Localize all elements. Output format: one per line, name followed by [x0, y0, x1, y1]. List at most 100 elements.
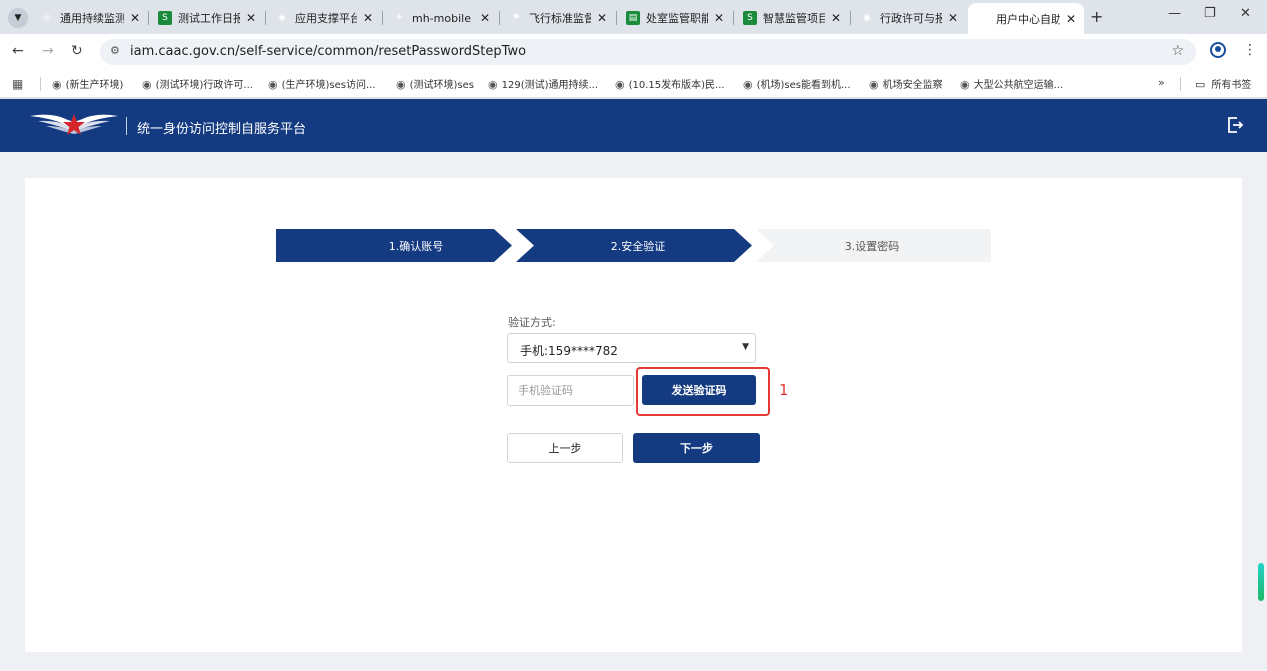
- bookmark-label: (测试环境)ses: [409, 80, 474, 91]
- bookmark-item[interactable]: ◉ (10.15发布版本)民...: [615, 76, 725, 91]
- browser-tab-active[interactable]: ✈ 用户中心自助 ✕: [968, 3, 1084, 34]
- sheet-icon: S: [158, 11, 172, 25]
- bookmark-item[interactable]: ◉ (生产环境)ses访问...: [268, 76, 376, 91]
- close-icon[interactable]: ✕: [244, 11, 258, 25]
- sms-code-input[interactable]: [507, 375, 634, 406]
- close-icon[interactable]: ✕: [128, 11, 142, 25]
- tab-title: 通用持续监测: [60, 12, 124, 25]
- prev-step-button[interactable]: 上一步: [507, 433, 623, 463]
- globe-icon: ◉: [488, 78, 498, 91]
- more-bookmarks-chevron-icon[interactable]: »: [1158, 76, 1165, 89]
- close-icon[interactable]: ✕: [478, 11, 492, 25]
- bookmark-item[interactable]: ◉ 机场安全监察: [869, 76, 943, 91]
- tab-divider: [616, 11, 617, 25]
- tab-title: mh-mobile: [412, 11, 471, 25]
- browser-tab[interactable]: S 测试工作日报 ✕: [150, 4, 264, 32]
- new-tab-plus-icon[interactable]: +: [1090, 7, 1103, 26]
- bookmark-item[interactable]: ◉ (机场)ses能看到机...: [743, 76, 851, 91]
- browser-tab[interactable]: ⚑ 飞行标准监督 ✕: [501, 4, 615, 32]
- verify-method-value: 手机:159****782: [520, 344, 618, 358]
- tab-title: 测试工作日报: [178, 12, 240, 25]
- annotation-number: 1: [779, 381, 789, 399]
- close-icon[interactable]: ✕: [361, 11, 375, 25]
- tab-title: 用户中心自助: [996, 12, 1060, 26]
- close-icon[interactable]: ✕: [1064, 12, 1078, 26]
- logout-icon[interactable]: [1226, 116, 1244, 134]
- side-floating-widget[interactable]: [1258, 563, 1264, 601]
- close-icon[interactable]: ✕: [595, 11, 609, 25]
- tab-divider: [265, 11, 266, 25]
- wing-icon: ✈: [395, 13, 403, 23]
- flag-icon: ⚑: [511, 13, 521, 23]
- tab-title: 飞行标准监督: [529, 12, 591, 25]
- minimize-icon[interactable]: —: [1168, 6, 1181, 21]
- tab-title: 智慧监管项目: [763, 12, 825, 25]
- back-arrow-icon[interactable]: ←: [12, 43, 24, 59]
- bookmark-item[interactable]: ◉ 129(测试)通用持续...: [488, 76, 598, 91]
- step-1-label: 1.确认账号: [388, 240, 444, 253]
- kebab-menu-icon[interactable]: ⋮: [1243, 42, 1257, 58]
- tab-title: 处室监管职能: [646, 12, 708, 25]
- tab-title: 行政许可与报: [880, 12, 942, 25]
- globe-icon: ◉: [278, 13, 286, 23]
- browser-toolbar: ← → ↻ ⚙ iam.caac.gov.cn/self-service/com…: [0, 34, 1267, 70]
- globe-icon: ◉: [268, 78, 278, 91]
- forward-arrow-icon[interactable]: →: [42, 43, 54, 59]
- tab-divider: [850, 11, 851, 25]
- url-text[interactable]: iam.caac.gov.cn/self-service/common/rese…: [130, 44, 526, 59]
- close-icon[interactable]: ✕: [946, 11, 960, 25]
- bookmark-label: (新生产环境): [65, 80, 124, 91]
- bookmark-item[interactable]: ◉ (测试环境)行政许可...: [142, 76, 253, 91]
- bookmark-item[interactable]: ◉ 大型公共航空运输...: [960, 76, 1063, 91]
- bookmark-label: (机场)ses能看到机...: [756, 80, 851, 91]
- tab-title: 应用支撑平台: [295, 12, 357, 25]
- app-header: 统一身份访问控制自服务平台: [0, 99, 1267, 152]
- header-divider: [126, 117, 127, 135]
- globe-icon: ◉: [396, 78, 406, 91]
- all-bookmarks-folder[interactable]: ▭ 所有书签: [1195, 76, 1251, 91]
- browser-tab[interactable]: ◉ 行政许可与报 ✕: [852, 4, 966, 32]
- globe-icon: ◉: [960, 78, 970, 91]
- restore-icon[interactable]: ❐: [1204, 6, 1216, 21]
- bookmark-divider: [40, 77, 41, 91]
- bookmark-label: 大型公共航空运输...: [973, 80, 1064, 91]
- site-settings-icon[interactable]: ⚙: [110, 44, 120, 57]
- step-indicator: 1.确认账号 2.安全验证 3.设置密码: [276, 229, 991, 262]
- all-bookmarks-label: 所有书签: [1211, 80, 1252, 91]
- bookmark-star-icon[interactable]: ☆: [1171, 43, 1184, 59]
- profile-icon[interactable]: [1210, 42, 1226, 58]
- browser-tab[interactable]: ▤ 处室监管职能 ✕: [618, 4, 732, 32]
- address-bar[interactable]: ⚙ iam.caac.gov.cn/self-service/common/re…: [100, 39, 1196, 65]
- globe-icon: ◉: [743, 78, 753, 91]
- sheet-icon: ▤: [626, 11, 640, 25]
- globe-icon: ◉: [863, 13, 871, 23]
- tab-divider: [148, 11, 149, 25]
- next-step-button[interactable]: 下一步: [633, 433, 760, 463]
- reload-icon[interactable]: ↻: [71, 43, 83, 59]
- browser-tab-strip: ▼ ◎ 通用持续监测 ✕ S 测试工作日报 ✕ ◉ 应用支撑平台 ✕ ✈ mh-…: [0, 0, 1267, 34]
- tab-divider: [499, 11, 500, 25]
- sheet-icon: S: [743, 11, 757, 25]
- chevron-down-icon: ▼: [742, 342, 749, 352]
- globe-icon: ◉: [52, 78, 62, 91]
- send-code-button[interactable]: 发送验证码: [642, 375, 756, 405]
- apps-grid-icon[interactable]: ▦: [12, 77, 23, 91]
- wing-icon: ✈: [979, 13, 987, 24]
- tab-search-chevron-icon[interactable]: ▼: [8, 8, 28, 28]
- window-close-icon[interactable]: ✕: [1240, 6, 1251, 21]
- bookmark-item[interactable]: ◉ (新生产环境): [52, 76, 123, 91]
- tab-divider: [382, 11, 383, 25]
- blue-swirl-icon: ◎: [43, 13, 51, 23]
- verify-method-select[interactable]: 手机:159****782 ▼: [507, 333, 756, 363]
- browser-tab[interactable]: ✈ mh-mobile ✕: [384, 4, 498, 32]
- step-3-label: 3.设置密码: [844, 240, 900, 253]
- bookmark-divider: [1180, 77, 1181, 91]
- browser-tab[interactable]: ◎ 通用持续监测 ✕: [32, 4, 148, 32]
- verify-method-label: 验证方式:: [508, 316, 556, 329]
- browser-tab[interactable]: S 智慧监管项目 ✕: [735, 4, 849, 32]
- close-icon[interactable]: ✕: [712, 11, 726, 25]
- globe-icon: ◉: [615, 78, 625, 91]
- close-icon[interactable]: ✕: [829, 11, 843, 25]
- bookmark-item[interactable]: ◉ (测试环境)ses: [396, 76, 474, 91]
- browser-tab[interactable]: ◉ 应用支撑平台 ✕: [267, 4, 381, 32]
